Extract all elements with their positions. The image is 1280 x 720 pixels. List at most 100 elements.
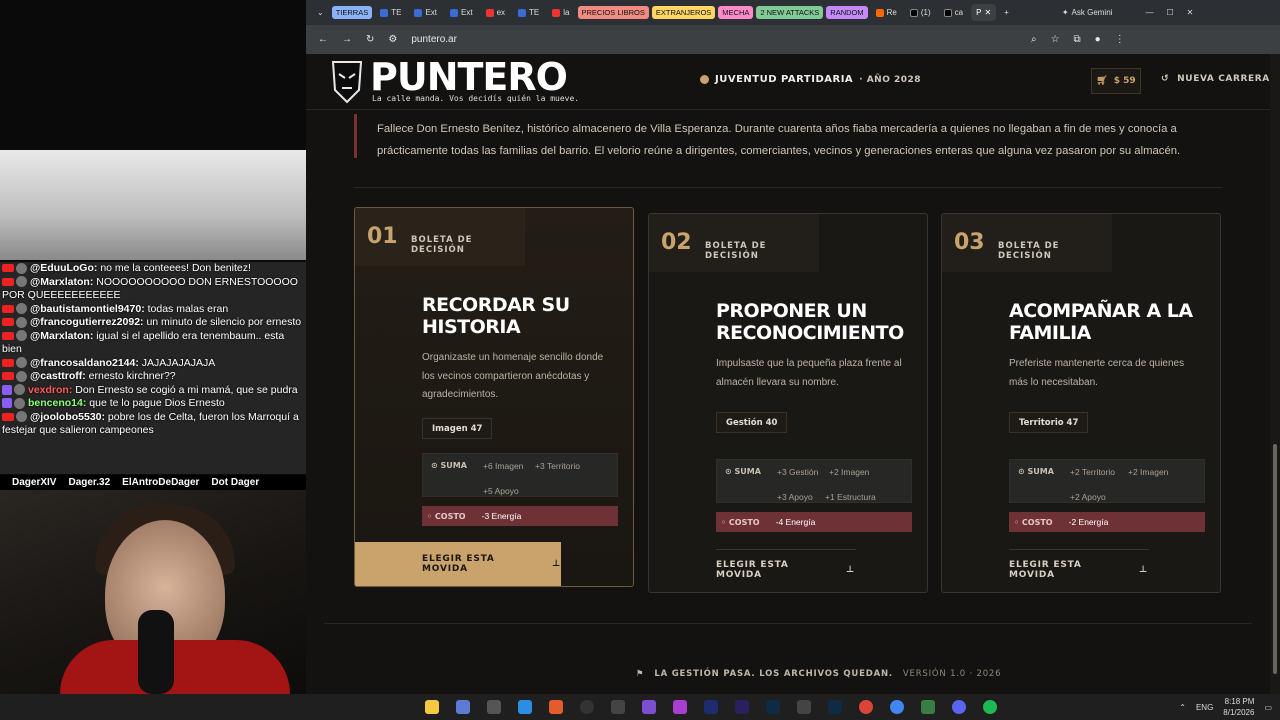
suma-label: ⊙ SUMA [1018,467,1054,476]
cost-label: ◦ COSTO [1014,517,1053,527]
photoshop-icon[interactable] [828,700,842,714]
clock[interactable]: 8:18 PM 8/1/2026 [1223,696,1254,718]
app-icon[interactable] [797,700,811,714]
file-explorer-icon[interactable] [425,700,439,714]
close-window-button[interactable]: ✕ [1182,4,1199,21]
footer-version: VERSIÓN 1.0 · 2026 [902,669,1002,679]
tab-group[interactable]: EXTRANJEROS [651,6,716,19]
avatar [16,262,27,274]
extensions-icon[interactable]: ⧉ [1074,34,1081,45]
profile-icon[interactable]: ● [1095,34,1101,45]
lightroom-icon[interactable] [766,700,780,714]
chat-username: vexdron: [28,383,76,396]
favicon-icon [380,8,389,17]
spotify-icon[interactable] [983,700,997,714]
tab[interactable]: Re [871,4,902,21]
card-cost: ◦ COSTO -4 Energía [716,512,912,532]
decision-card[interactable]: 02 BOLETA DE DECISIÓN PROPONER UN RECONO… [648,213,928,593]
chat-username: @Marxlaton: [30,329,97,342]
chrome-icon[interactable] [890,700,904,714]
brave-icon[interactable] [549,700,563,714]
card-number: 03 [954,230,985,255]
forward-icon[interactable]: → [342,34,352,45]
card-title: RECORDAR SU HISTORIA [422,294,570,338]
chat-username: @Marxlaton: [30,275,97,288]
app-icon[interactable] [611,700,625,714]
decision-card[interactable]: 03 BOLETA DE DECISIÓN ACOMPAÑAR A LA FAM… [941,213,1221,593]
chat-text: ernesto kirchner?? [88,370,176,382]
stream-overlay: @EduuLoGo: no me la conteees! Don benite… [0,0,306,694]
obs-icon[interactable] [580,700,594,714]
app-icon[interactable] [921,700,935,714]
chat-username: @bautistamontiel9470: [30,302,148,315]
tab-group[interactable]: PRECIOS LIBROS [577,6,649,19]
tab[interactable]: (1) [905,4,936,21]
tab-group[interactable]: TIERRAS [331,6,373,19]
chat-message: @joolobo5530: pobre los de Celta, fueron… [0,411,306,438]
card-description: Preferiste mantenerte cerca de quienes m… [1009,358,1185,388]
decision-card[interactable]: 01 BOLETA DE DECISIÓN RECORDAR SU HISTOR… [354,207,634,587]
taskbar: ⌃ ENG 8:18 PM 8/1/2026 ▭ [0,694,1280,720]
tab-group[interactable]: RANDOM [826,6,868,19]
tab[interactable]: Ext [409,4,442,21]
youtube-icon [2,331,14,340]
zoom-icon[interactable]: ⌕ [1031,34,1037,45]
snipping-icon[interactable] [456,700,470,714]
vscode-icon[interactable] [518,700,532,714]
reload-icon[interactable]: ↻ [366,34,374,45]
scrollbar[interactable] [1270,54,1280,694]
card-stat: Gestión 40 [716,412,788,433]
tab[interactable]: TE [513,4,544,21]
suma-chip: +3 Gestión [777,467,819,477]
discord-icon[interactable] [952,700,966,714]
footer-text: LA GESTIÓN PASA. LOS ARCHIVOS QUEDAN. [654,669,893,679]
back-icon[interactable]: ← [318,34,328,45]
choose-button[interactable]: ELEGIR ESTA MOVIDA ⊥ [355,542,561,586]
maximize-button[interactable]: ☐ [1161,4,1178,21]
ask-gemini-button[interactable]: ✦ Ask Gemini [1057,4,1118,21]
url-field[interactable]: puntero.ar [411,34,457,45]
youtube-icon [2,412,14,421]
cost-value: -3 Energía [481,511,522,521]
new-tab-button[interactable]: + [999,4,1014,21]
choose-button[interactable]: ELEGIR ESTA MOVIDA ⊥ [649,548,855,592]
suma-chip: +3 Territorio [535,461,580,471]
tab[interactable]: TE [375,4,406,21]
site-info-icon[interactable]: ⚙ [388,34,397,45]
tab-active[interactable]: P ✕ [971,4,997,21]
logo-text[interactable]: PUNTERO [370,55,568,99]
event-description: Fallece Don Ernesto Benítez, histórico a… [354,114,1234,158]
webcam-shirt [60,640,290,694]
terminal-icon[interactable] [487,700,501,714]
minimize-button[interactable]: — [1140,4,1158,21]
tab-search-icon[interactable]: ⌄ [312,4,329,21]
card-number: 02 [661,230,692,255]
tab[interactable]: la [547,4,574,21]
tab[interactable]: ex [481,4,510,21]
after-effects-icon[interactable] [735,700,749,714]
chat-message: @EduuLoGo: no me la conteees! Don benite… [0,262,306,276]
language-indicator[interactable]: ENG [1196,703,1213,712]
tab[interactable]: Ext [445,4,478,21]
clock-time: 8:18 PM [1224,697,1255,706]
tab-group[interactable]: 2 NEW ATTACKS [756,6,824,19]
tab-group[interactable]: MECHA [718,6,754,19]
favicon-icon [552,8,561,17]
chrome-icon[interactable] [859,700,873,714]
visual-studio-icon[interactable] [642,700,656,714]
choose-button[interactable]: ELEGIR ESTA MOVIDA ⊥ [942,548,1148,592]
chat-text: JAJAJAJAJAJA [141,356,216,369]
money-button[interactable]: 🛒︎ $ 59 [1091,68,1141,94]
new-run-button[interactable]: ↺ NUEVA CARRERA [1161,74,1270,84]
site-header: PUNTERO La calle manda. Vos decidís quié… [306,54,1280,110]
tab[interactable]: ca [939,4,968,21]
bookmark-star-icon[interactable]: ☆ [1051,34,1060,45]
menu-icon[interactable]: ⋮ [1115,34,1125,45]
notification-icon[interactable]: ▭ [1264,703,1272,712]
scrollbar-thumb[interactable] [1273,444,1277,674]
app-icon[interactable] [673,700,687,714]
premiere-icon[interactable] [704,700,718,714]
cost-value: -4 Energía [775,517,816,527]
tray-chevron-icon[interactable]: ⌃ [1179,703,1186,712]
favicon-icon [518,8,527,17]
